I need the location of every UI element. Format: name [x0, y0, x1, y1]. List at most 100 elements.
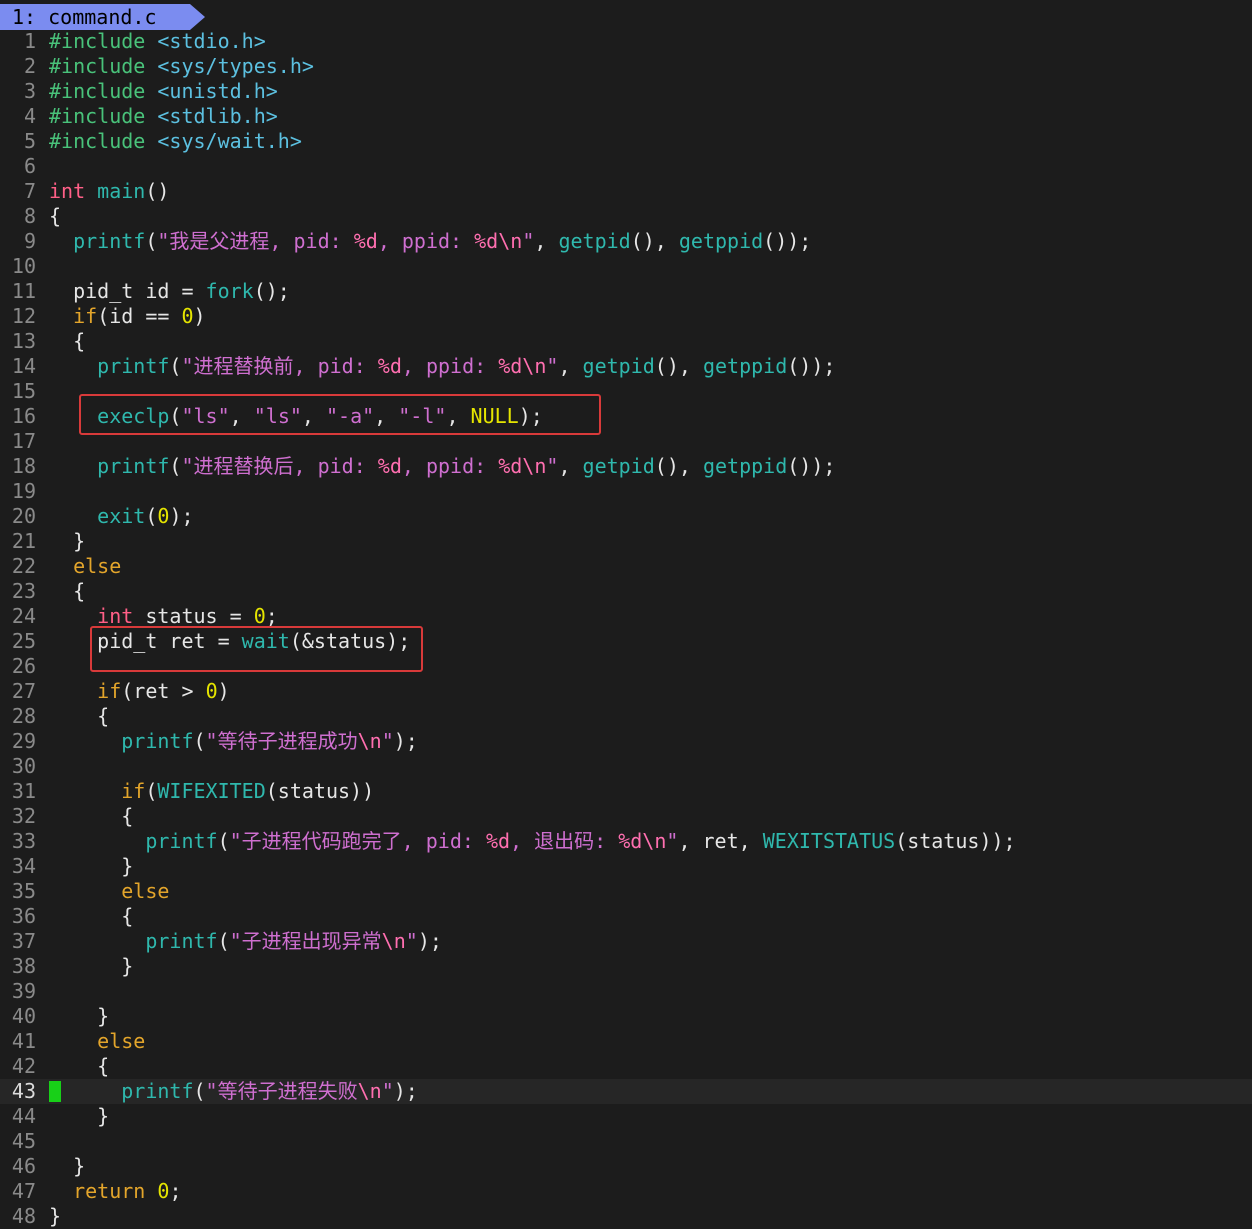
code-token: (: [217, 929, 230, 953]
code-token: getpid: [582, 354, 655, 378]
code-token: ": [546, 354, 559, 378]
code-token: %d\n: [474, 229, 523, 253]
code-token: (id ==: [97, 304, 182, 328]
code-token: #include: [49, 54, 158, 78]
code-token: %d: [353, 229, 378, 253]
code-token: {: [49, 704, 110, 728]
code-token: }: [49, 854, 134, 878]
code-line[interactable]: 40 }: [0, 1004, 1252, 1029]
code-text: }: [49, 1104, 109, 1129]
code-token: (: [193, 729, 206, 753]
code-token: %d\n: [498, 454, 547, 478]
line-number: 22: [11, 554, 36, 578]
code-token: }: [49, 1004, 110, 1028]
code-token: <sys/types.h>: [157, 54, 314, 78]
code-token: %d: [377, 354, 402, 378]
code-line[interactable]: 5 #include <sys/wait.h>: [0, 129, 1252, 154]
code-line[interactable]: 13 {: [0, 329, 1252, 354]
code-token: }: [49, 1204, 62, 1228]
code-token: \n: [357, 1079, 382, 1103]
code-token: );: [393, 729, 418, 753]
code-token: getpid: [582, 454, 655, 478]
code-line[interactable]: 45: [0, 1129, 1252, 1154]
code-line[interactable]: 32 {: [0, 804, 1252, 829]
code-token: ;: [265, 604, 278, 628]
code-line[interactable]: 33 printf("子进程代码跑完了, pid: %d, 退出码: %d\n"…: [0, 829, 1252, 854]
code-line[interactable]: 36 {: [0, 904, 1252, 929]
code-line[interactable]: 30: [0, 754, 1252, 779]
code-token: (: [145, 779, 158, 803]
code-line[interactable]: 2 #include <sys/types.h>: [0, 54, 1252, 79]
code-token: <sys/wait.h>: [157, 129, 302, 153]
code-line[interactable]: 7 int main(): [0, 179, 1252, 204]
line-number: 7: [23, 179, 36, 203]
code-line[interactable]: 9 printf("我是父进程, pid: %d, ppid: %d\n", g…: [0, 229, 1252, 254]
code-line[interactable]: 37 printf("子进程出现异常\n");: [0, 929, 1252, 954]
line-number: 32: [11, 804, 36, 828]
code-line[interactable]: 46 }: [0, 1154, 1252, 1179]
code-line[interactable]: 12 if(id == 0): [0, 304, 1252, 329]
code-line[interactable]: 4 #include <stdlib.h>: [0, 104, 1252, 129]
code-line[interactable]: 1 #include <stdio.h>: [0, 29, 1252, 54]
line-number: 43: [11, 1079, 36, 1103]
code-line[interactable]: 34 }: [0, 854, 1252, 879]
code-line[interactable]: 39: [0, 979, 1252, 1004]
code-line[interactable]: 6: [0, 154, 1252, 179]
code-line[interactable]: 31 if(WIFEXITED(status)): [0, 779, 1252, 804]
line-number: 26: [11, 654, 36, 678]
code-line[interactable]: 43 printf("等待子进程失败\n");: [0, 1079, 1252, 1104]
code-token: (): [145, 179, 170, 203]
line-number: 24: [11, 604, 36, 628]
line-number: 1: [23, 29, 36, 53]
line-number: 23: [11, 579, 36, 603]
code-token: if: [121, 779, 146, 803]
code-token: ": [666, 829, 679, 853]
code-token: if: [73, 304, 98, 328]
code-token: }: [49, 954, 134, 978]
code-token: 0: [253, 604, 266, 628]
code-line[interactable]: 23 {: [0, 579, 1252, 604]
code-line[interactable]: 38 }: [0, 954, 1252, 979]
vim-editor[interactable]: 1: command.c 1 #include <stdio.h> 2 #includ…: [0, 0, 1252, 1228]
code-line[interactable]: 29 printf("等待子进程成功\n");: [0, 729, 1252, 754]
code-line[interactable]: 35 else: [0, 879, 1252, 904]
code-line[interactable]: 19: [0, 479, 1252, 504]
code-token: (: [217, 829, 230, 853]
code-token: ,: [534, 229, 559, 253]
code-text: if(ret > 0): [49, 679, 229, 704]
code-line[interactable]: 41 else: [0, 1029, 1252, 1054]
code-line[interactable]: 47 return 0;: [0, 1179, 1252, 1204]
code-line[interactable]: 22 else: [0, 554, 1252, 579]
code-text: printf("子进程代码跑完了, pid: %d, 退出码: %d\n", r…: [49, 829, 1015, 854]
tab-command-c[interactable]: 1: command.c: [0, 4, 190, 30]
code-line[interactable]: 48}: [0, 1204, 1252, 1229]
code-line[interactable]: 18 printf("进程替换后, pid: %d, ppid: %d\n", …: [0, 454, 1252, 479]
code-line[interactable]: 11 pid_t id = fork();: [0, 279, 1252, 304]
code-line[interactable]: 20 exit(0);: [0, 504, 1252, 529]
code-line[interactable]: 8{: [0, 204, 1252, 229]
code-line[interactable]: 42 {: [0, 1054, 1252, 1079]
code-token: ());: [763, 229, 812, 253]
code-token: {: [49, 804, 134, 828]
code-line[interactable]: 14 printf("进程替换前, pid: %d, ppid: %d\n", …: [0, 354, 1252, 379]
code-line[interactable]: 28 {: [0, 704, 1252, 729]
code-text: {: [49, 904, 133, 929]
line-number: 15: [11, 379, 36, 403]
code-text: }: [49, 1204, 61, 1229]
code-line[interactable]: 3 #include <unistd.h>: [0, 79, 1252, 104]
code-line[interactable]: 27 if(ret > 0): [0, 679, 1252, 704]
code-token: (),: [654, 354, 703, 378]
code-line[interactable]: 21 }: [0, 529, 1252, 554]
code-token: (status)): [265, 779, 375, 803]
code-token: WIFEXITED: [157, 779, 266, 803]
line-number: 19: [11, 479, 36, 503]
highlight-box-execlp: [79, 394, 601, 435]
code-token: else: [73, 554, 122, 578]
code-line[interactable]: 44 }: [0, 1104, 1252, 1129]
line-number: 47: [11, 1179, 36, 1203]
code-token: %d\n: [618, 829, 667, 853]
line-number: 29: [11, 729, 36, 753]
code-line[interactable]: 10: [0, 254, 1252, 279]
